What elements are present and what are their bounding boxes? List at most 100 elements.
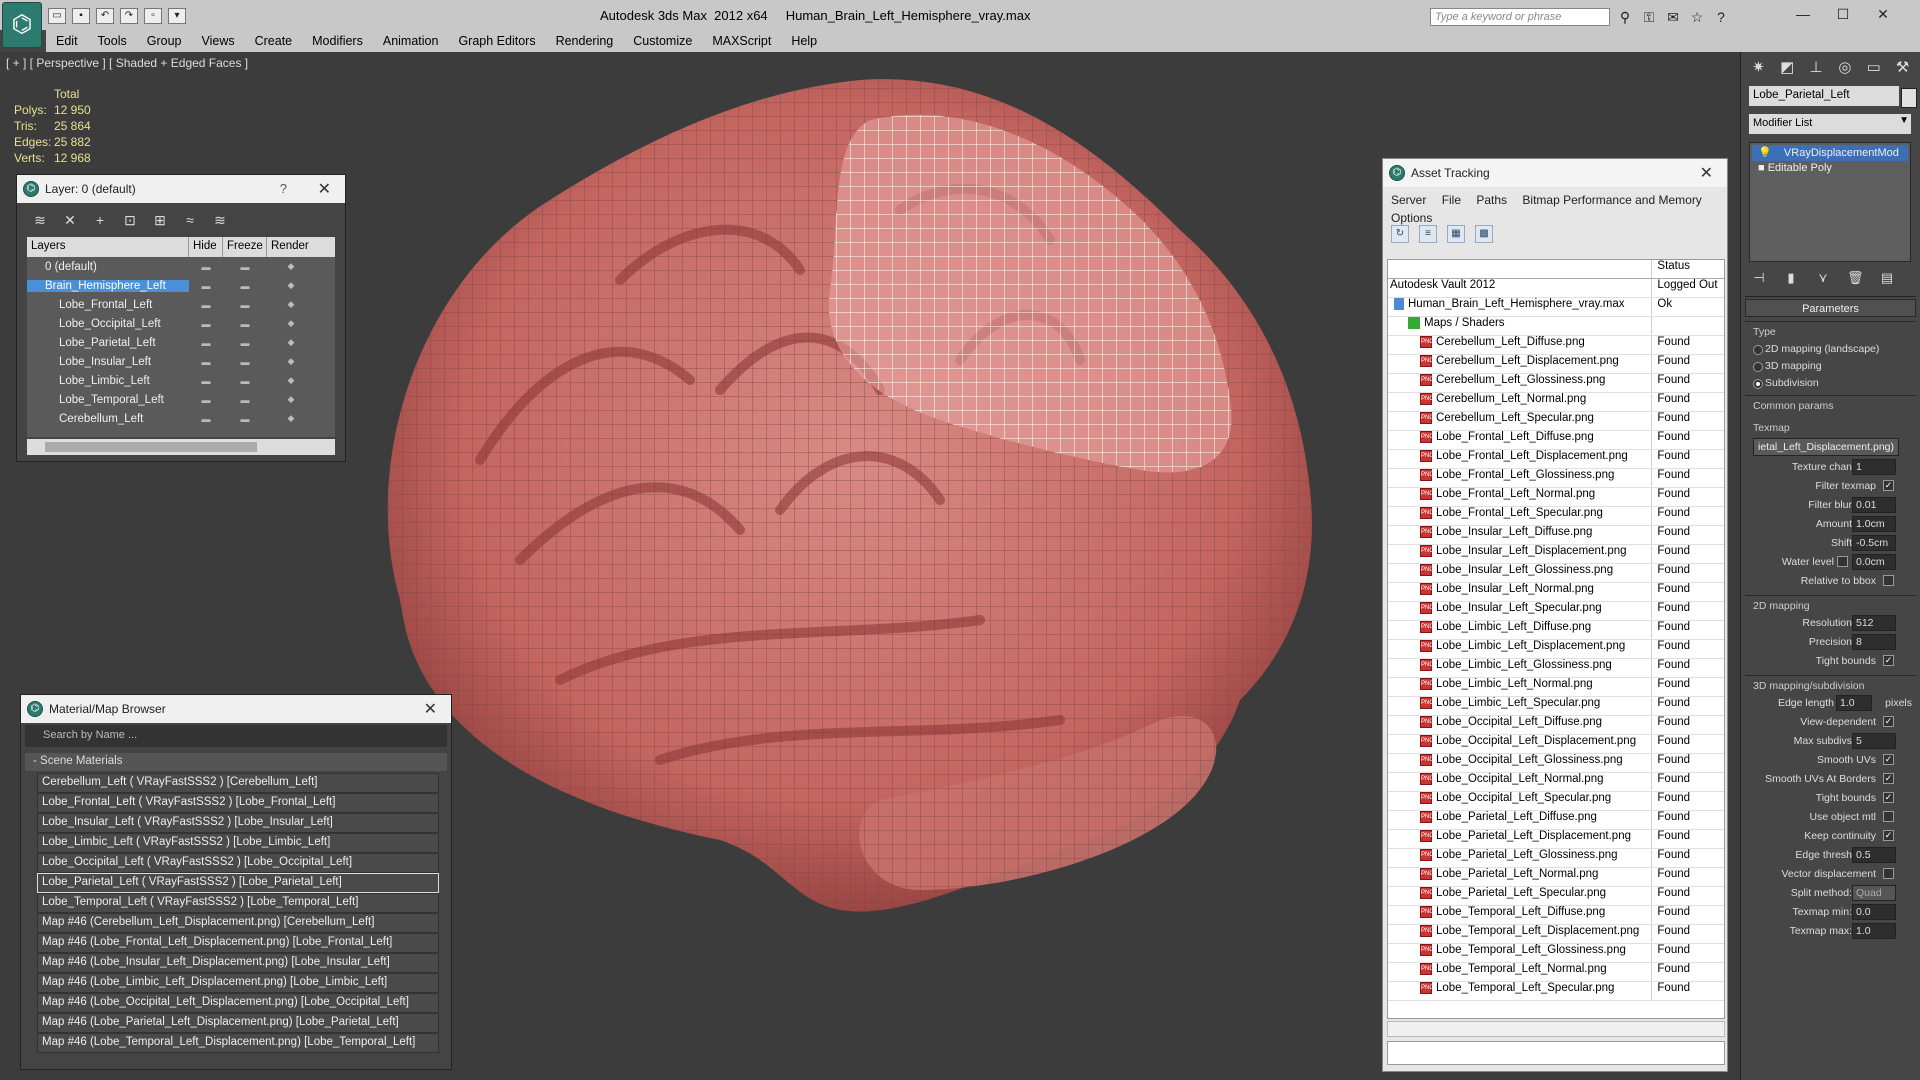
freeze-toggle[interactable]: ▬ (223, 319, 267, 329)
asset-menu-bitmap[interactable]: Bitmap Performance and Memory (1522, 193, 1701, 207)
layer-window-title[interactable]: ⌬ Layer: 0 (default) ? ✕ (17, 175, 345, 203)
layer-row[interactable]: Lobe_Limbic_Left ▬ ▬ ◆ (27, 371, 335, 390)
modifier-list-dropdown[interactable]: Modifier List ▼ (1749, 114, 1911, 134)
show-end-result-icon[interactable]: ▮ (1783, 270, 1799, 286)
minimize-icon[interactable]: — (1790, 4, 1816, 24)
material-item[interactable]: Lobe_Occipital_Left ( VRayFastSSS2 ) [Lo… (37, 853, 439, 873)
asset-menu-paths[interactable]: Paths (1476, 193, 1507, 207)
asset-row[interactable]: PNG Lobe_Occipital_Left_Diffuse.png Found (1388, 716, 1724, 735)
material-item[interactable]: Lobe_Frontal_Left ( VRayFastSSS2 ) [Lobe… (37, 793, 439, 813)
render-icon[interactable]: ◆ (267, 356, 315, 367)
hide-all-icon[interactable]: ≈ (181, 211, 199, 229)
viewport-label[interactable]: [ + ] [ Perspective ] [ Shaded + Edged F… (6, 56, 248, 70)
open-icon[interactable]: ▭ (48, 8, 66, 24)
asset-row[interactable]: PNG Lobe_Frontal_Left_Displacement.png Fou… (1388, 450, 1724, 469)
material-item[interactable]: Lobe_Temporal_Left ( VRayFastSSS2 ) [Lob… (37, 893, 439, 913)
asset-row[interactable]: PNG Lobe_Occipital_Left_Specular.png Found (1388, 792, 1724, 811)
asset-row[interactable]: PNG Lobe_Occipital_Left_Displacement.png F… (1388, 735, 1724, 754)
scene-materials-group[interactable]: - Scene Materials (25, 753, 447, 771)
file-row[interactable]: Human_Brain_Left_Hemisphere_vray.max Ok (1388, 298, 1724, 317)
asset-row[interactable]: PNG Lobe_Frontal_Left_Normal.png Found (1388, 488, 1724, 507)
list-view-icon[interactable]: ≡ (1419, 225, 1437, 243)
object-color-swatch[interactable] (1901, 88, 1917, 108)
close-icon[interactable]: ✕ (1700, 163, 1713, 183)
amount-spinner[interactable]: 1.0cm (1852, 516, 1896, 532)
texmap-min-spinner[interactable]: 0.0 (1852, 904, 1896, 920)
communication-icon[interactable]: ✉ (1664, 8, 1682, 26)
motion-tab-icon[interactable]: ◎ (1835, 58, 1854, 78)
asset-menu-server[interactable]: Server (1391, 193, 1426, 207)
redo-icon[interactable]: ↷ (120, 8, 138, 24)
material-browser-title[interactable]: ⌬ Material/Map Browser ✕ (21, 695, 451, 723)
asset-row[interactable]: PNG Lobe_Insular_Left_Specular.png Found (1388, 602, 1724, 621)
edge-thresh-spinner[interactable]: 0.5 (1852, 847, 1896, 863)
asset-row[interactable]: PNG Lobe_Temporal_Left_Glossiness.png Foun… (1388, 944, 1724, 963)
col-freeze[interactable]: Freeze (223, 237, 267, 257)
render-icon[interactable]: ◆ (267, 261, 315, 272)
add-to-layer-icon[interactable]: + (91, 211, 109, 229)
brain-model[interactable] (360, 60, 1370, 960)
asset-row[interactable]: PNG Cerebellum_Left_Specular.png Found (1388, 412, 1724, 431)
texmap-button[interactable]: ietal_Left_Displacement.png) (1753, 438, 1899, 456)
asset-row[interactable]: PNG Lobe_Occipital_Left_Normal.png Found (1388, 773, 1724, 792)
fetch-icon[interactable]: ▾ (168, 8, 186, 24)
close-icon[interactable]: ✕ (424, 699, 437, 719)
material-search-input[interactable]: Search by Name ... (25, 725, 447, 747)
vector-displacement-checkbox[interactable] (1883, 868, 1894, 879)
menu-group[interactable]: Group (137, 30, 192, 52)
material-item-selected[interactable]: Lobe_Parietal_Left ( VRayFastSSS2 ) [Lob… (37, 873, 439, 893)
asset-row[interactable]: PNG Lobe_Limbic_Left_Specular.png Found (1388, 697, 1724, 716)
max-subdivs-spinner[interactable]: 5 (1852, 733, 1896, 749)
layer-row[interactable]: Lobe_Occipital_Left ▬ ▬ ◆ (27, 314, 335, 333)
close-icon[interactable]: ✕ (1870, 4, 1896, 24)
hide-toggle[interactable]: ▬ (189, 395, 223, 405)
render-icon[interactable]: ◆ (267, 375, 315, 386)
subscription-icon[interactable]: ⚿ (1640, 8, 1658, 26)
menu-edit[interactable]: Edit (46, 30, 88, 52)
col-layers[interactable]: Layers (27, 237, 189, 257)
freeze-toggle[interactable]: ▬ (223, 376, 267, 386)
render-icon[interactable]: ◆ (267, 318, 315, 329)
tight-bounds-2d-checkbox[interactable]: ✓ (1883, 655, 1894, 666)
favorites-icon[interactable]: ☆ (1688, 8, 1706, 26)
new-layer-icon[interactable]: ≋ (31, 211, 49, 229)
delete-layer-icon[interactable]: ✕ (61, 211, 79, 229)
refresh-icon[interactable]: ↻ (1391, 225, 1409, 243)
asset-tracking-title[interactable]: ⌬ Asset Tracking ✕ (1383, 159, 1727, 187)
render-icon[interactable]: ◆ (267, 299, 315, 310)
undo-icon[interactable]: ↶ (96, 8, 114, 24)
render-icon[interactable]: ◆ (267, 394, 315, 405)
horizontal-scrollbar[interactable] (1387, 1021, 1725, 1037)
hide-toggle[interactable]: ▬ (189, 357, 223, 367)
create-tab-icon[interactable]: ✷ (1749, 58, 1768, 78)
binoculars-icon[interactable]: ⚲ (1616, 8, 1634, 26)
hold-icon[interactable]: ▫ (144, 8, 162, 24)
smooth-uvs-checkbox[interactable]: ✓ (1883, 754, 1894, 765)
asset-row[interactable]: PNG Cerebellum_Left_Normal.png Found (1388, 393, 1724, 412)
hide-toggle[interactable]: ▬ (189, 376, 223, 386)
asset-row[interactable]: PNG Lobe_Insular_Left_Displacement.png Fou… (1388, 545, 1724, 564)
layer-row[interactable]: Lobe_Insular_Left ▬ ▬ ◆ (27, 352, 335, 371)
parameters-header[interactable]: Parameters (1745, 299, 1916, 317)
col-hide[interactable]: Hide (189, 237, 223, 257)
radio-subdivision[interactable]: Subdivision (1745, 374, 1916, 391)
menu-help[interactable]: Help (781, 30, 827, 52)
stack-item-vraydisplacement[interactable]: 💡 VRayDisplacementMod (1752, 145, 1908, 161)
hide-toggle[interactable]: ▬ (189, 262, 223, 272)
use-object-mtl-checkbox[interactable] (1883, 811, 1894, 822)
stack-item-editable-poly[interactable]: ■ Editable Poly (1752, 161, 1908, 177)
menu-create[interactable]: Create (245, 30, 303, 52)
asset-row[interactable]: PNG Lobe_Occipital_Left_Glossiness.png Fou… (1388, 754, 1724, 773)
edge-length-spinner[interactable]: 1.0 (1836, 695, 1872, 711)
hide-toggle[interactable]: ▬ (189, 281, 223, 291)
tight-bounds-3d-checkbox[interactable]: ✓ (1883, 792, 1894, 803)
modify-tab-icon[interactable]: ◩ (1778, 58, 1797, 78)
asset-row[interactable]: PNG Lobe_Parietal_Left_Diffuse.png Found (1388, 811, 1724, 830)
col-render[interactable]: Render (267, 237, 315, 257)
texmap-max-spinner[interactable]: 1.0 (1852, 923, 1896, 939)
maximize-icon[interactable]: ☐ (1830, 4, 1856, 24)
map-item[interactable]: Map #46 (Lobe_Temporal_Left_Displacement… (37, 1033, 439, 1053)
asset-row[interactable]: PNG Lobe_Limbic_Left_Displacement.png Foun… (1388, 640, 1724, 659)
asset-row[interactable]: PNG Cerebellum_Left_Displacement.png Found (1388, 355, 1724, 374)
asset-menu-file[interactable]: File (1442, 193, 1461, 207)
